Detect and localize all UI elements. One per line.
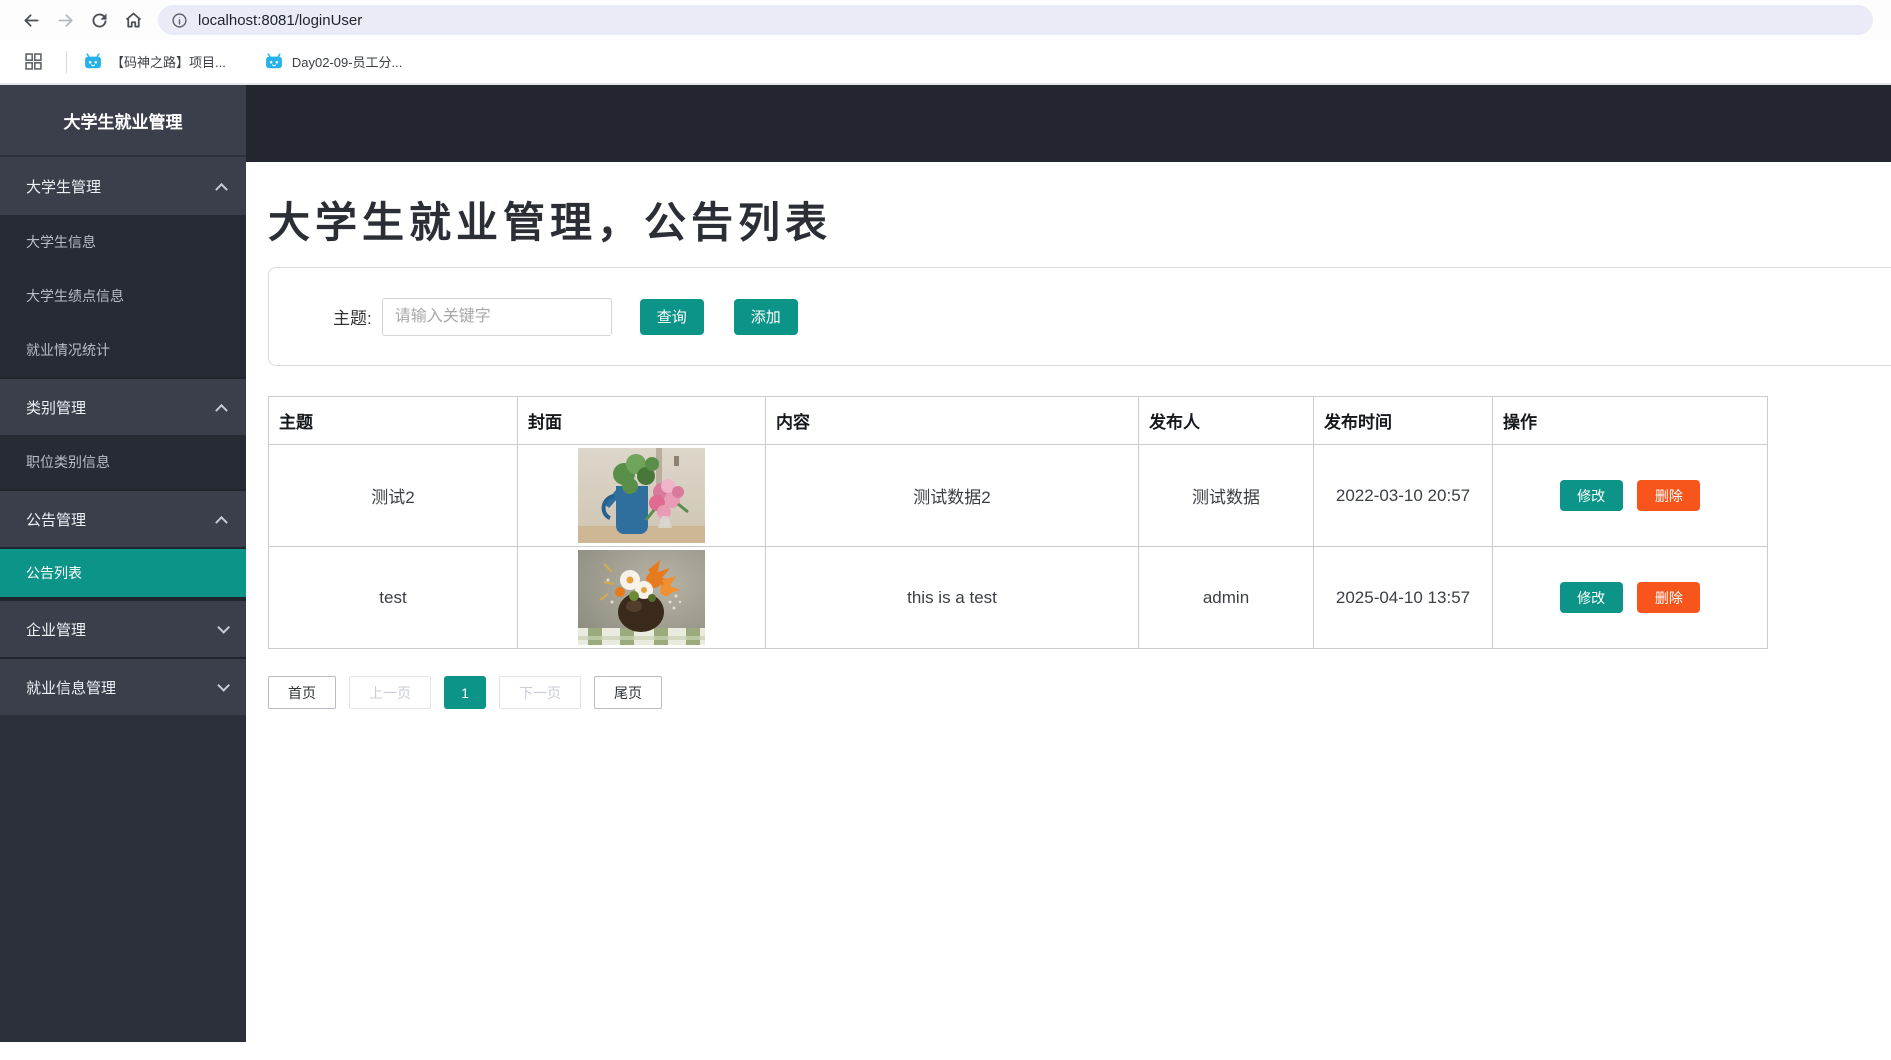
table-header-row: 主题 封面 内容 发布人 发布时间 操作 — [268, 396, 1768, 445]
sidebar-section-label: 公告管理 — [26, 511, 87, 529]
chevron-up-icon — [215, 182, 228, 196]
cell-publish-time: 2022-03-10 20:57 — [1313, 444, 1493, 547]
content: 大学生就业管理，公告列表 主题: 查询 添加 主题 封面 内容 发布人 — [246, 189, 1891, 709]
sidebar-section-notice-mgmt[interactable]: 公告管理 — [0, 489, 246, 547]
sidebar-item-position-category[interactable]: 职位类别信息 — [0, 435, 246, 489]
last-page-button[interactable]: 尾页 — [594, 676, 662, 709]
bookmark-day02[interactable]: Day02-09-员工分... — [264, 52, 403, 72]
cell-cover — [517, 546, 766, 649]
query-button[interactable]: 查询 — [639, 298, 704, 335]
first-page-button[interactable]: 首页 — [268, 676, 336, 709]
cell-content: this is a test — [765, 546, 1139, 649]
cell-content: 测试数据2 — [765, 444, 1139, 547]
cell-cover — [517, 444, 766, 547]
sidebar-item-student-info[interactable]: 大学生信息 — [0, 215, 246, 269]
home-icon[interactable] — [116, 4, 150, 36]
app-frame: 大学生就业管理 大学生管理 大学生信息 大学生绩点信息 就业情况统计 类别管理 … — [0, 85, 1891, 1057]
delete-button[interactable]: 删除 — [1637, 480, 1701, 511]
add-button[interactable]: 添加 — [733, 298, 798, 335]
sidebar-section-label: 类别管理 — [26, 399, 87, 417]
sidebar: 大学生就业管理 大学生管理 大学生信息 大学生绩点信息 就业情况统计 类别管理 … — [0, 85, 246, 1042]
sidebar-filler — [0, 715, 246, 1042]
sidebar-section-student-mgmt[interactable]: 大学生管理 — [0, 157, 246, 215]
col-header-actions: 操作 — [1492, 396, 1768, 445]
cell-subject: test — [268, 546, 518, 649]
refresh-icon[interactable] — [82, 4, 116, 36]
cover-image-pink-roses-blue-can — [578, 448, 705, 543]
col-header-content: 内容 — [765, 396, 1139, 445]
keyword-input[interactable] — [381, 297, 612, 336]
sidebar-section-label: 大学生管理 — [26, 178, 102, 196]
chevron-down-icon — [217, 678, 230, 692]
bookmarks-divider — [66, 50, 67, 73]
sidebar-item-label: 大学生信息 — [26, 234, 96, 250]
sidebar-section-employment-info-mgmt[interactable]: 就业信息管理 — [0, 657, 246, 715]
bilibili-icon — [265, 52, 282, 68]
col-header-publisher: 发布人 — [1138, 396, 1314, 445]
cell-actions: 修改 删除 — [1492, 546, 1768, 649]
forward-icon[interactable] — [48, 4, 82, 36]
browser-toolbar: localhost:8081/loginUser — [0, 0, 1891, 40]
pagination: 首页 上一页 1 下一页 尾页 — [268, 676, 1891, 709]
table-row: test this is a test admin 2025-04-10 13:… — [268, 546, 1768, 649]
sidebar-item-employment-stats[interactable]: 就业情况统计 — [0, 323, 246, 377]
main-area: 大学生就业管理，公告列表 主题: 查询 添加 主题 封面 内容 发布人 — [246, 85, 1891, 1057]
chevron-down-icon — [217, 620, 230, 634]
table-row: 测试2 测试数据2 测试数据 2022-03-10 20:57 修改 删除 — [268, 444, 1768, 547]
edit-button[interactable]: 修改 — [1559, 582, 1623, 613]
sidebar-item-student-gpa[interactable]: 大学生绩点信息 — [0, 269, 246, 323]
edit-button[interactable]: 修改 — [1559, 480, 1623, 511]
chevron-up-icon — [215, 403, 228, 417]
top-header-bar — [246, 85, 1891, 162]
sidebar-section-enterprise-mgmt[interactable]: 企业管理 — [0, 599, 246, 657]
sidebar-section-category-mgmt[interactable]: 类别管理 — [0, 377, 246, 435]
address-bar[interactable]: localhost:8081/loginUser — [158, 5, 1873, 35]
col-header-cover: 封面 — [517, 396, 766, 445]
bilibili-icon — [85, 52, 101, 68]
sidebar-item-label: 职位类别信息 — [26, 454, 110, 470]
sidebar-app-title: 大学生就业管理 — [0, 85, 246, 157]
sidebar-item-label: 就业情况统计 — [26, 342, 110, 358]
cell-publisher: 测试数据 — [1138, 444, 1314, 547]
notice-table: 主题 封面 内容 发布人 发布时间 操作 测试2 测试数据2 测试数据 2022… — [268, 396, 1768, 649]
sidebar-item-label: 大学生绩点信息 — [26, 288, 124, 304]
chevron-up-icon — [215, 515, 228, 529]
bookmark-mashen[interactable]: 【码神之路】项目... — [83, 52, 226, 72]
site-info-icon[interactable] — [171, 12, 188, 29]
page-title: 大学生就业管理，公告列表 — [268, 198, 833, 247]
cell-publisher: admin — [1138, 546, 1314, 649]
delete-button[interactable]: 删除 — [1637, 582, 1701, 613]
current-page-button[interactable]: 1 — [444, 676, 486, 709]
apps-grid-icon[interactable] — [16, 46, 50, 78]
sidebar-item-notice-list[interactable]: 公告列表 — [0, 547, 246, 599]
bookmark-label: 【码神之路】项目... — [111, 55, 226, 70]
next-page-button[interactable]: 下一页 — [499, 676, 581, 709]
sidebar-item-label: 公告列表 — [26, 565, 82, 581]
prev-page-button[interactable]: 上一页 — [349, 676, 431, 709]
url-text: localhost:8081/loginUser — [198, 11, 363, 29]
cell-actions: 修改 删除 — [1492, 444, 1768, 547]
sidebar-section-label: 企业管理 — [26, 621, 87, 639]
col-header-subject: 主题 — [268, 396, 518, 445]
search-panel: 主题: 查询 添加 — [268, 267, 1891, 366]
cell-publish-time: 2025-04-10 13:57 — [1313, 546, 1493, 649]
col-header-publish-time: 发布时间 — [1313, 396, 1493, 445]
sidebar-section-label: 就业信息管理 — [26, 679, 117, 697]
cover-image-orange-white-bouquet — [578, 550, 705, 645]
search-label: 主题: — [333, 309, 372, 328]
cell-subject: 测试2 — [268, 444, 518, 547]
bookmark-label: Day02-09-员工分... — [291, 55, 403, 70]
bookmarks-bar: 【码神之路】项目... Day02-09-员工分... — [0, 40, 1891, 85]
back-icon[interactable] — [14, 4, 48, 36]
